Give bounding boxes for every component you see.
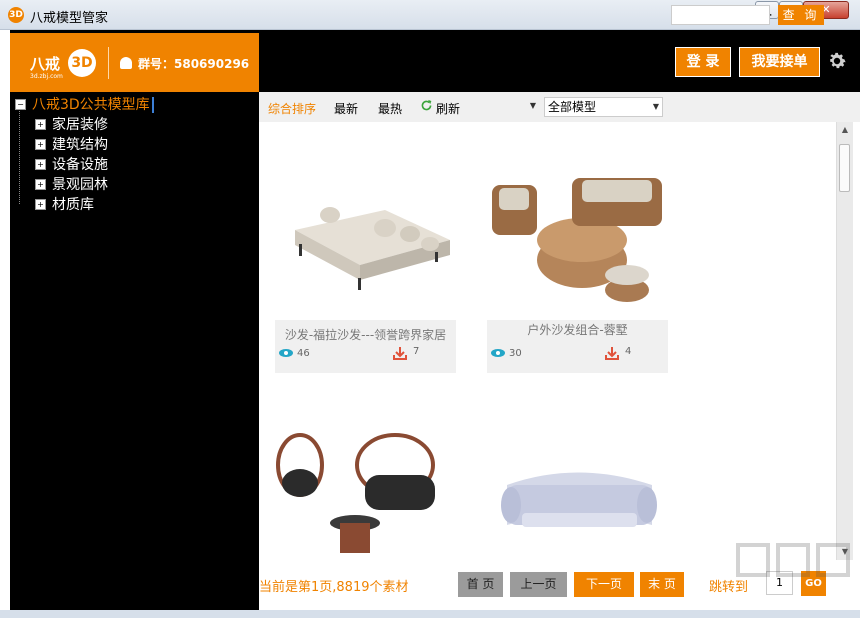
prev-page-button[interactable]: 上一页 <box>510 572 567 597</box>
model-name: 沙发-福拉沙发---领誉跨界家居 <box>284 328 447 342</box>
scroll-up-icon[interactable]: ▲ <box>837 122 853 138</box>
next-page-button[interactable]: 下一页 <box>574 572 634 597</box>
watermark-logo <box>736 543 850 577</box>
brand-separator <box>108 47 109 79</box>
brand-logo-text: 八戒 <box>30 55 61 73</box>
view-count: 46 <box>297 348 310 359</box>
page-info: 当前是第1页,8819个素材 <box>259 580 409 595</box>
download-icon[interactable] <box>393 346 407 360</box>
expand-icon[interactable]: + <box>35 178 46 190</box>
brand-url: 3d.zbj.com <box>30 73 63 80</box>
tree-item-equipment[interactable]: + 设备设施 <box>35 154 108 174</box>
login-button[interactable]: 登 录 <box>675 47 731 77</box>
model-type-value: 全部模型 <box>548 100 597 114</box>
model-name: 户外沙发组合-蓉墅 <box>527 323 628 337</box>
tree-root[interactable]: − 八戒3D公共模型库 <box>15 94 154 113</box>
window-title: 八戒模型管家 <box>30 11 109 26</box>
tree-item-label[interactable]: 景观园林 <box>52 177 108 193</box>
window-bottom-border <box>0 610 860 618</box>
sort-newest[interactable]: 最新 <box>334 100 358 117</box>
tree-root-label[interactable]: 八戒3D公共模型库 <box>32 97 154 113</box>
gear-icon[interactable] <box>826 50 848 72</box>
model-grid: 沙发-福拉沙发---领誉跨界家居 46 7 户外沙发组合-蓉墅 30 4 <box>259 122 836 560</box>
download-count: 7 <box>413 346 420 357</box>
take-order-button[interactable]: 我要接单 <box>739 47 820 77</box>
filter-bar: 综合排序 最新 最热 刷新 ▼ 全部模型 ▼ <box>259 92 860 122</box>
eye-icon <box>279 349 293 357</box>
view-count: 30 <box>509 348 522 359</box>
refresh-button[interactable]: 刷新 <box>436 100 460 117</box>
expand-icon[interactable]: + <box>35 138 46 150</box>
expand-icon[interactable]: + <box>35 118 46 130</box>
group-number: 群号：580690296 <box>138 57 250 71</box>
left-panel: 八戒 3D 3d.zbj.com 群号：580690296 − 八戒3D公共模型库… <box>10 30 259 610</box>
tree-item-label[interactable]: 材质库 <box>52 197 94 213</box>
sort-comprehensive[interactable]: 综合排序 <box>268 100 316 117</box>
sort-hottest[interactable]: 最热 <box>378 100 402 117</box>
vertical-scrollbar[interactable]: ▲ ▼ <box>836 122 853 560</box>
last-page-button[interactable]: 末 页 <box>640 572 684 597</box>
tree-item-architecture[interactable]: + 建筑结构 <box>35 134 108 154</box>
model-thumbnail[interactable] <box>487 405 668 560</box>
tree-item-materials[interactable]: + 材质库 <box>35 194 94 214</box>
expand-icon[interactable]: + <box>35 158 46 170</box>
qq-penguin-icon <box>120 57 132 69</box>
tree-connector <box>19 108 20 204</box>
app-logo-icon: 3D <box>8 7 24 23</box>
expand-icon[interactable]: + <box>35 198 46 210</box>
chevron-down-icon: ▼ <box>529 101 536 110</box>
refresh-icon[interactable] <box>420 99 433 112</box>
download-icon[interactable] <box>605 346 619 360</box>
first-page-button[interactable]: 首 页 <box>458 572 503 597</box>
brand-logo-3d: 3D <box>68 49 96 77</box>
search-input[interactable] <box>671 5 770 25</box>
model-card[interactable]: 户外沙发组合-蓉墅 30 4 <box>487 140 668 373</box>
tree-item-label[interactable]: 家居装修 <box>52 117 108 133</box>
collapse-icon[interactable]: − <box>15 98 26 110</box>
model-card[interactable] <box>275 405 456 560</box>
model-card[interactable] <box>487 405 668 560</box>
model-thumbnail[interactable] <box>275 140 456 320</box>
model-thumbnail[interactable] <box>275 405 456 560</box>
model-type-select[interactable]: 全部模型 ▼ <box>544 97 663 117</box>
model-card[interactable]: 沙发-福拉沙发---领誉跨界家居 46 7 <box>275 140 456 373</box>
chevron-down-icon: ▼ <box>652 102 659 111</box>
search-button[interactable]: 查 询 <box>778 5 824 25</box>
tree-item-label[interactable]: 设备设施 <box>52 157 108 173</box>
brand-bar: 八戒 3D 3d.zbj.com 群号：580690296 <box>10 33 259 92</box>
scroll-thumb[interactable] <box>839 144 850 192</box>
category-select[interactable]: ▼ <box>521 97 539 117</box>
tree-item-home-decor[interactable]: + 家居装修 <box>35 114 108 134</box>
model-thumbnail[interactable] <box>487 140 668 320</box>
tree-item-landscape[interactable]: + 景观园林 <box>35 174 108 194</box>
download-count: 4 <box>625 346 632 357</box>
eye-icon <box>491 349 505 357</box>
tree-item-label[interactable]: 建筑结构 <box>52 137 108 153</box>
